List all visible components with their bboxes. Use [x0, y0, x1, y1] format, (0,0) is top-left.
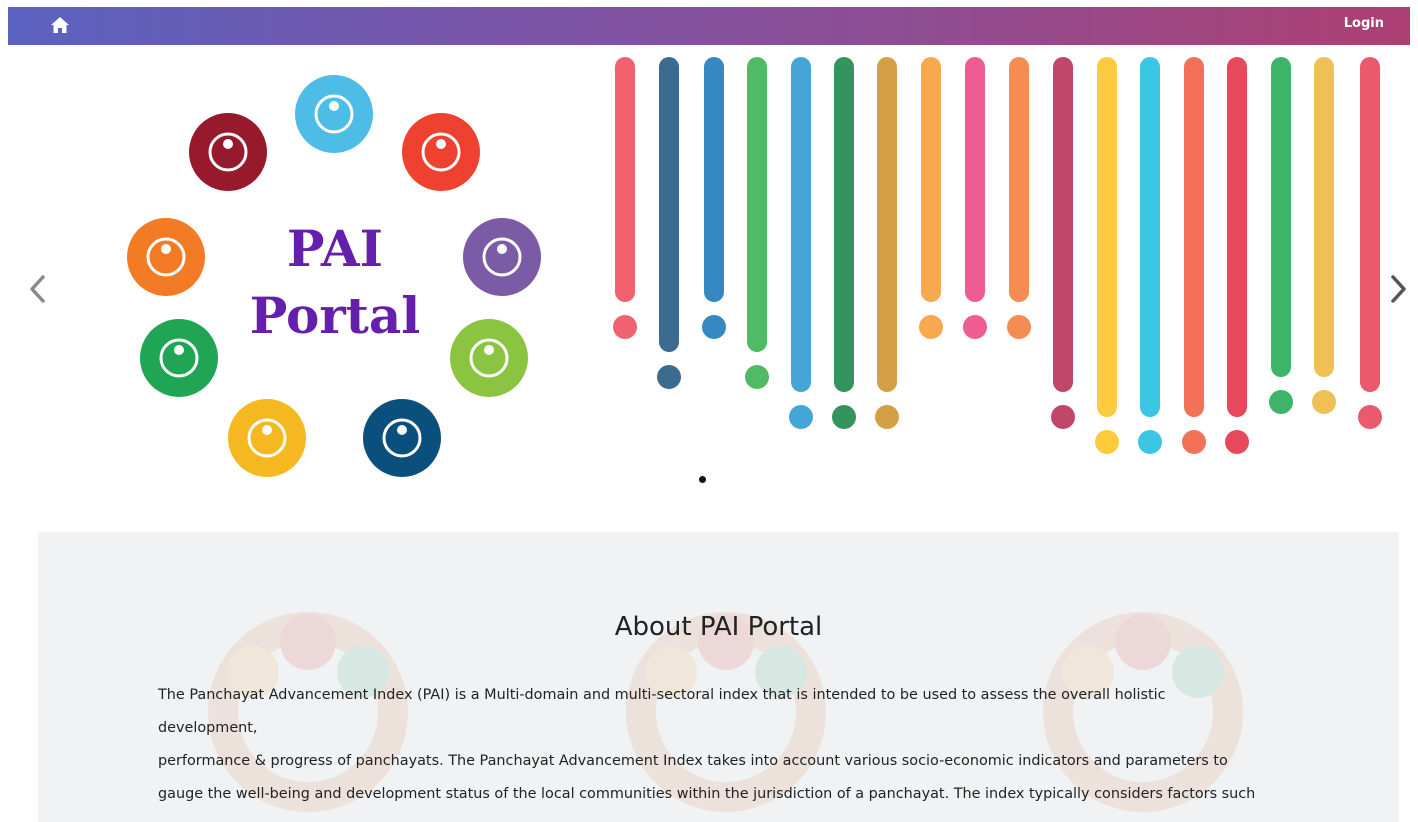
sdg-bar	[1182, 57, 1206, 454]
about-line: The Panchayat Advancement Index (PAI) is…	[158, 687, 1166, 736]
sdg-bar	[745, 57, 769, 389]
about-section: About PAI Portal The Panchayat Advanceme…	[38, 532, 1399, 822]
about-line: performance & progress of panchayats. Th…	[158, 753, 1228, 769]
poverty-free-icon	[189, 113, 267, 191]
sdg-bar	[919, 57, 943, 339]
green-earth-icon	[450, 319, 528, 397]
governance-icon	[463, 218, 541, 296]
sdg-bar	[875, 57, 899, 429]
carousel-indicator-dot[interactable]	[699, 476, 706, 483]
about-description: The Panchayat Advancement Index (PAI) is…	[158, 679, 1258, 822]
sdg-bar	[1312, 57, 1336, 414]
about-title: About PAI Portal	[614, 612, 823, 642]
women-equality-icon	[402, 113, 480, 191]
chevron-left-icon[interactable]	[26, 271, 50, 307]
top-navbar: Login	[8, 7, 1410, 45]
home-icon[interactable]	[50, 16, 70, 34]
logo-title-line1: PAI	[286, 219, 384, 278]
sdg-bar	[1138, 57, 1162, 454]
sdg-bar	[789, 57, 813, 429]
hero-carousel: PAI Portal	[0, 45, 1418, 510]
sdg-bar	[657, 57, 681, 389]
healthy-village-icon	[140, 319, 218, 397]
sdg-bar	[1095, 57, 1119, 454]
infrastructure-icon	[127, 218, 205, 296]
logo-title-line2: Portal	[249, 286, 421, 345]
about-line: as:	[158, 811, 1258, 822]
sdg-bar	[613, 57, 637, 339]
chevron-right-icon[interactable]	[1386, 271, 1410, 307]
social-security-icon	[363, 399, 441, 477]
sdg-bar	[832, 57, 856, 429]
sdg-bar	[963, 57, 987, 339]
sdg-bar	[1225, 57, 1249, 454]
login-link[interactable]: Login	[1344, 16, 1384, 31]
water-pot-icon	[295, 75, 373, 153]
sdg-bar	[1051, 57, 1075, 429]
sdg-bar	[1007, 57, 1031, 339]
sdg-bar	[1358, 57, 1382, 429]
about-line: gauge the well-being and development sta…	[158, 786, 1256, 802]
child-friendly-icon	[228, 399, 306, 477]
logo-title: PAI Portal	[220, 215, 450, 349]
sdg-bar	[1269, 57, 1293, 414]
sdg-bars-banner	[613, 57, 1382, 454]
sdg-bar	[702, 57, 726, 339]
